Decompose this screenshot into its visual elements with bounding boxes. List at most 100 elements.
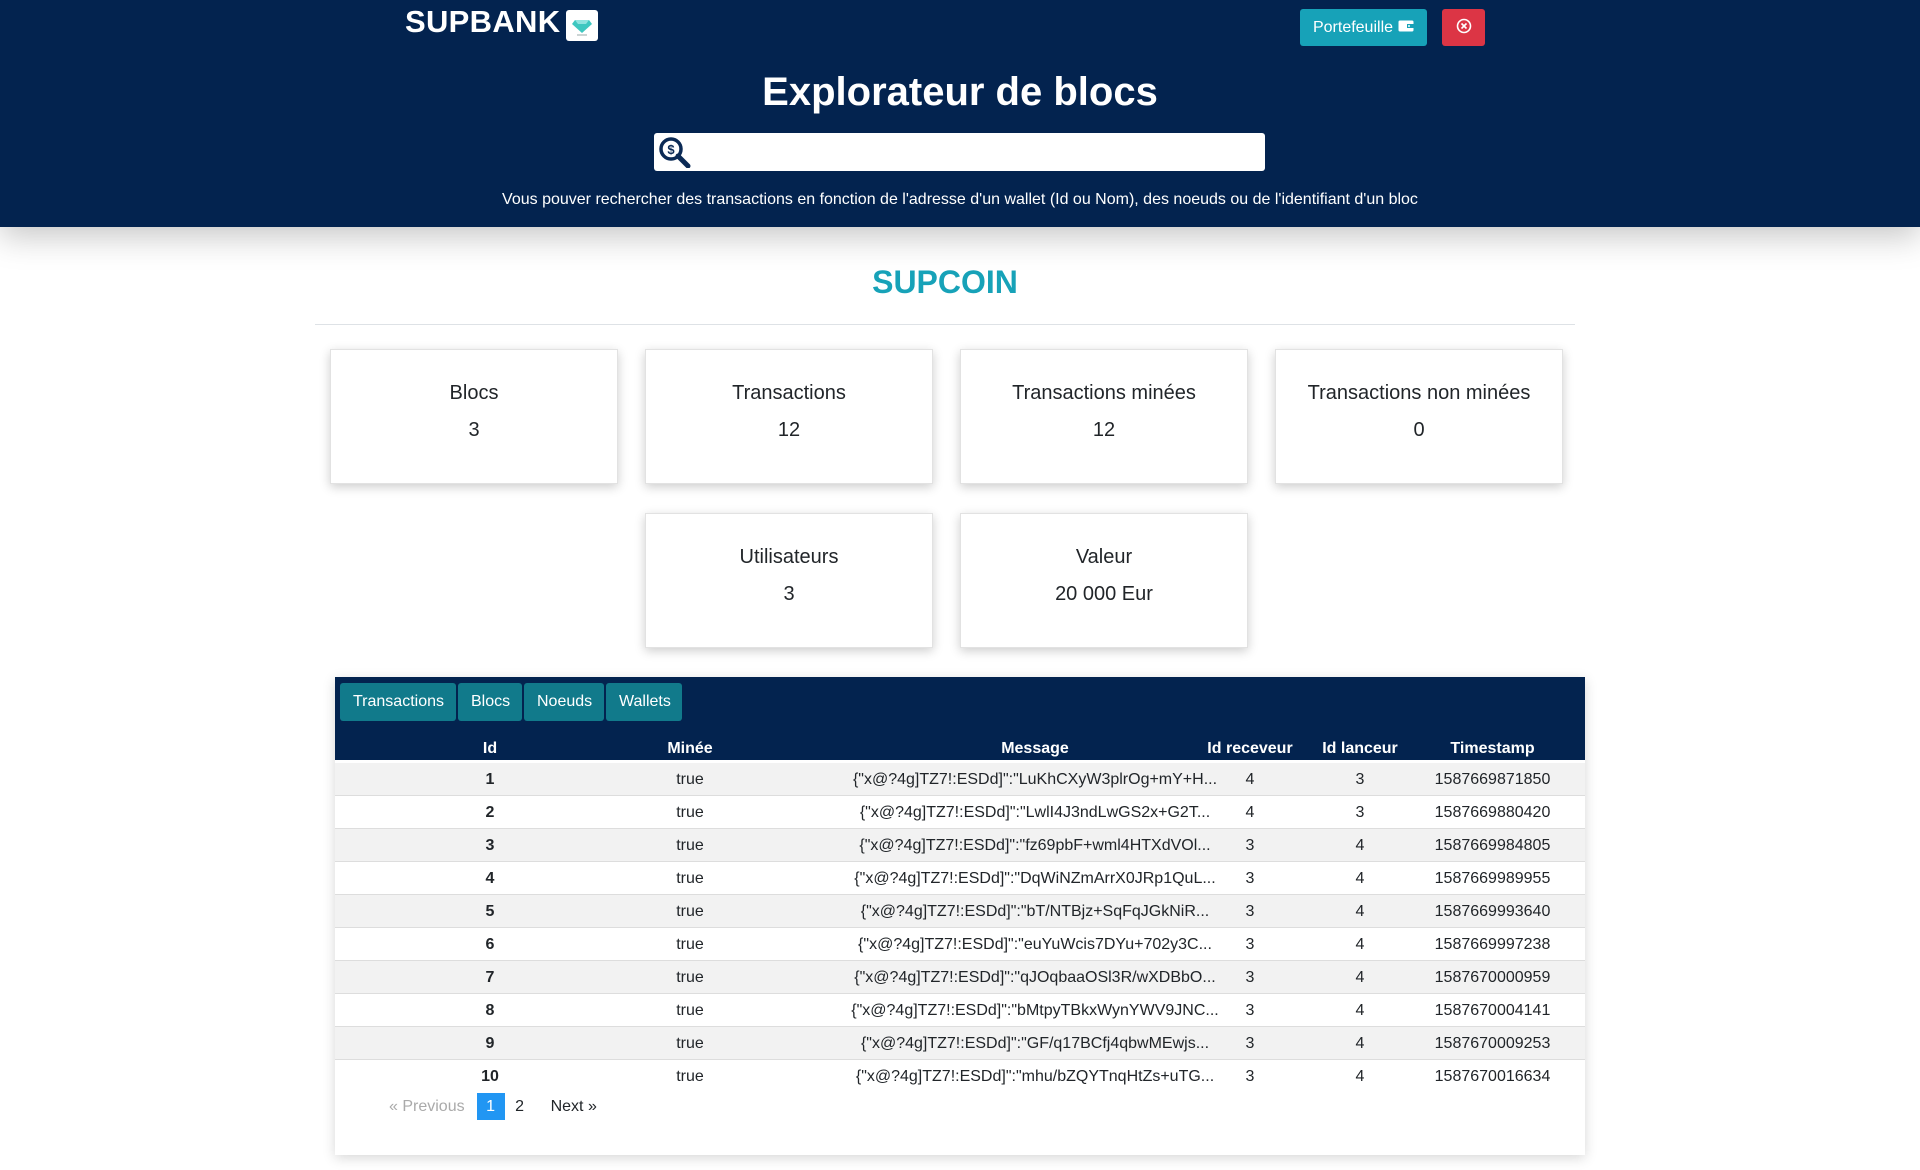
page-button-2[interactable]: 2 — [505, 1093, 535, 1120]
svg-text:$: $ — [667, 142, 675, 157]
top-header: SUPBANK Portefeuille Explorateur de bloc… — [0, 0, 1920, 227]
cell-id: 3 — [485, 837, 495, 854]
cell-receiver: 3 — [1245, 1002, 1255, 1019]
cell-mined: true — [676, 1068, 704, 1085]
stat-value: 3 — [468, 419, 480, 441]
brand[interactable]: SUPBANK — [405, 2, 599, 42]
stat-value: 20 000 Eur — [1055, 583, 1153, 605]
logout-button[interactable] — [1442, 9, 1485, 46]
cell-receiver: 3 — [1245, 870, 1255, 887]
cell-id: 9 — [485, 1035, 495, 1052]
tab-transactions[interactable]: Transactions — [340, 683, 456, 721]
next-page-button[interactable]: Next » — [545, 1093, 603, 1120]
search-hint: Vous pouver rechercher des transactions … — [502, 191, 1418, 208]
table-row[interactable]: 1 true {"x@?4g]TZ7!:ESDd]":"LuKhCXyW3plr… — [335, 763, 1585, 796]
table-row[interactable]: 9 true {"x@?4g]TZ7!:ESDd]":"GF/q17BCfj4q… — [335, 1027, 1585, 1060]
stat-label: Valeur — [1075, 546, 1133, 568]
column-header-mined[interactable]: Minée — [655, 740, 725, 758]
stat-label: Blocs — [449, 382, 499, 404]
stat-card-transactions: Transactions 12 — [645, 349, 933, 484]
pagination: « Previous 1 2 Next » — [383, 1093, 603, 1120]
close-circle-icon — [1456, 18, 1472, 37]
stat-value: 3 — [783, 583, 795, 605]
cell-mined: true — [676, 903, 704, 920]
cell-timestamp: 1587669984805 — [1434, 837, 1551, 854]
cell-mined: true — [676, 1002, 704, 1019]
search-bar[interactable]: $ — [654, 133, 1265, 171]
search-dollar-icon: $ — [658, 136, 692, 169]
cell-id: 8 — [485, 1002, 495, 1019]
stat-card-mined-transactions: Transactions minées 12 — [960, 349, 1248, 484]
page-title: Explorateur de blocs — [762, 70, 1158, 114]
wallet-button[interactable]: Portefeuille — [1300, 9, 1427, 46]
column-header-receiver[interactable]: Id receveur — [1190, 740, 1310, 758]
stat-value: 12 — [777, 419, 801, 441]
tab-bar: Transactions Blocs Noeuds Wallets — [340, 683, 682, 721]
cell-mined: true — [676, 936, 704, 953]
stat-label: Transactions minées — [1012, 382, 1196, 404]
cell-mined: true — [676, 837, 704, 854]
table-row[interactable]: 5 true {"x@?4g]TZ7!:ESDd]":"bT/NTBjz+SqF… — [335, 895, 1585, 928]
cell-sender: 4 — [1355, 870, 1365, 887]
cell-mined: true — [676, 1035, 704, 1052]
cell-receiver: 4 — [1245, 804, 1255, 821]
column-header-timestamp[interactable]: Timestamp — [1430, 740, 1555, 758]
section-title: SUPCOIN — [872, 264, 1018, 300]
wallet-icon — [1398, 19, 1415, 37]
table-row[interactable]: 3 true {"x@?4g]TZ7!:ESDd]":"fz69pbF+wml4… — [335, 829, 1585, 862]
cell-timestamp: 1587669989955 — [1434, 870, 1551, 887]
cell-sender: 4 — [1355, 969, 1365, 986]
cell-sender: 4 — [1355, 936, 1365, 953]
cell-sender: 4 — [1355, 1002, 1365, 1019]
tab-blocs[interactable]: Blocs — [458, 683, 522, 721]
cell-id: 2 — [485, 804, 495, 821]
stat-label: Utilisateurs — [739, 546, 839, 568]
cell-receiver: 3 — [1245, 1068, 1255, 1085]
stat-card-blocks: Blocs 3 — [330, 349, 618, 484]
tab-noeuds[interactable]: Noeuds — [524, 683, 604, 721]
stat-label: Transactions — [732, 382, 846, 404]
stat-label: Transactions non minées — [1307, 382, 1531, 404]
table-row[interactable]: 4 true {"x@?4g]TZ7!:ESDd]":"DqWiNZmArrX0… — [335, 862, 1585, 895]
cell-mined: true — [676, 804, 704, 821]
cell-timestamp: 1587670004141 — [1434, 1002, 1551, 1019]
column-header-message[interactable]: Message — [885, 740, 1185, 758]
cell-timestamp: 1587670000959 — [1434, 969, 1551, 986]
table-body: 1 true {"x@?4g]TZ7!:ESDd]":"LuKhCXyW3plr… — [335, 763, 1585, 1093]
column-header-id[interactable]: Id — [455, 740, 525, 758]
cell-sender: 4 — [1355, 1035, 1365, 1052]
cell-id: 7 — [485, 969, 495, 986]
cell-timestamp: 1587670009253 — [1434, 1035, 1551, 1052]
previous-page-button[interactable]: « Previous — [383, 1093, 471, 1120]
wallet-button-label: Portefeuille — [1312, 18, 1394, 36]
cell-sender: 3 — [1355, 804, 1365, 821]
cell-mined: true — [676, 870, 704, 887]
cell-timestamp: 1587669871850 — [1434, 771, 1551, 788]
table-row[interactable]: 7 true {"x@?4g]TZ7!:ESDd]":"qJOqbaaOSl3R… — [335, 961, 1585, 994]
cell-mined: true — [676, 771, 704, 788]
table-row[interactable]: 2 true {"x@?4g]TZ7!:ESDd]":"LwlI4J3ndLwG… — [335, 796, 1585, 829]
diamond-logo-icon — [566, 9, 599, 41]
column-header-sender[interactable]: Id lanceur — [1300, 740, 1420, 758]
cell-sender: 4 — [1355, 903, 1365, 920]
search-input[interactable] — [696, 133, 1261, 171]
cell-id: 1 — [485, 771, 495, 788]
cell-id: 4 — [485, 870, 495, 887]
section-divider — [315, 324, 1575, 325]
tab-wallets[interactable]: Wallets — [606, 683, 682, 721]
table-row[interactable]: 6 true {"x@?4g]TZ7!:ESDd]":"euYuWcis7DYu… — [335, 928, 1585, 961]
cell-receiver: 3 — [1245, 969, 1255, 986]
cell-receiver: 3 — [1245, 936, 1255, 953]
cell-mined: true — [676, 969, 704, 986]
cell-id: 5 — [485, 903, 495, 920]
brand-name: SUPBANK — [405, 4, 561, 39]
table-row[interactable]: 8 true {"x@?4g]TZ7!:ESDd]":"bMtpyTBkxWyn… — [335, 994, 1585, 1027]
cell-timestamp: 1587669993640 — [1434, 903, 1551, 920]
cell-receiver: 4 — [1245, 771, 1255, 788]
cell-sender: 3 — [1355, 771, 1365, 788]
page-button-1[interactable]: 1 — [476, 1093, 505, 1120]
stat-value: 0 — [1413, 419, 1425, 441]
table-row[interactable]: 10 true {"x@?4g]TZ7!:ESDd]":"mhu/bZQYTnq… — [335, 1060, 1585, 1093]
table-header: Id Minée Message Id receveur Id lanceur … — [335, 737, 1585, 760]
cell-sender: 4 — [1355, 837, 1365, 854]
